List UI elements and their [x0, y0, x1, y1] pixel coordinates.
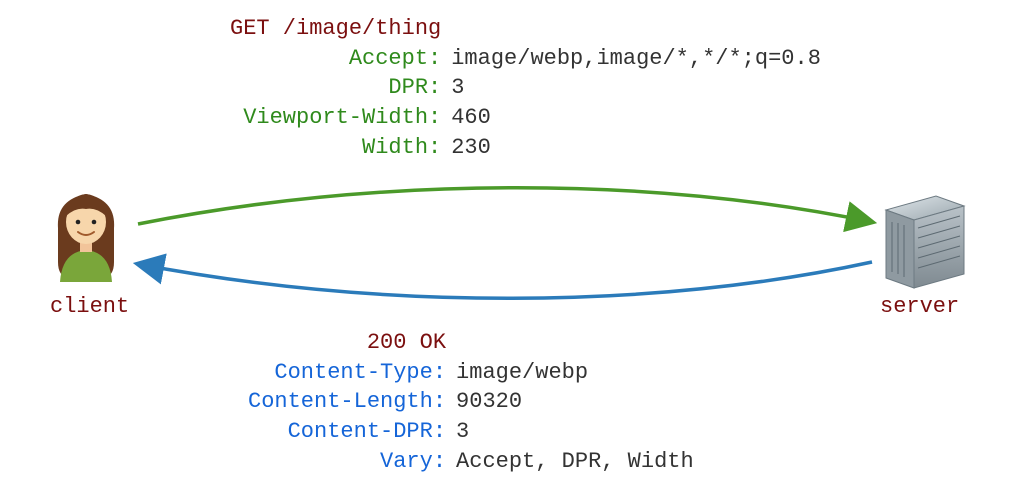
- request-arrow-icon: [138, 188, 872, 224]
- flow-arrows: [0, 0, 1012, 502]
- response-arrow-icon: [138, 262, 872, 298]
